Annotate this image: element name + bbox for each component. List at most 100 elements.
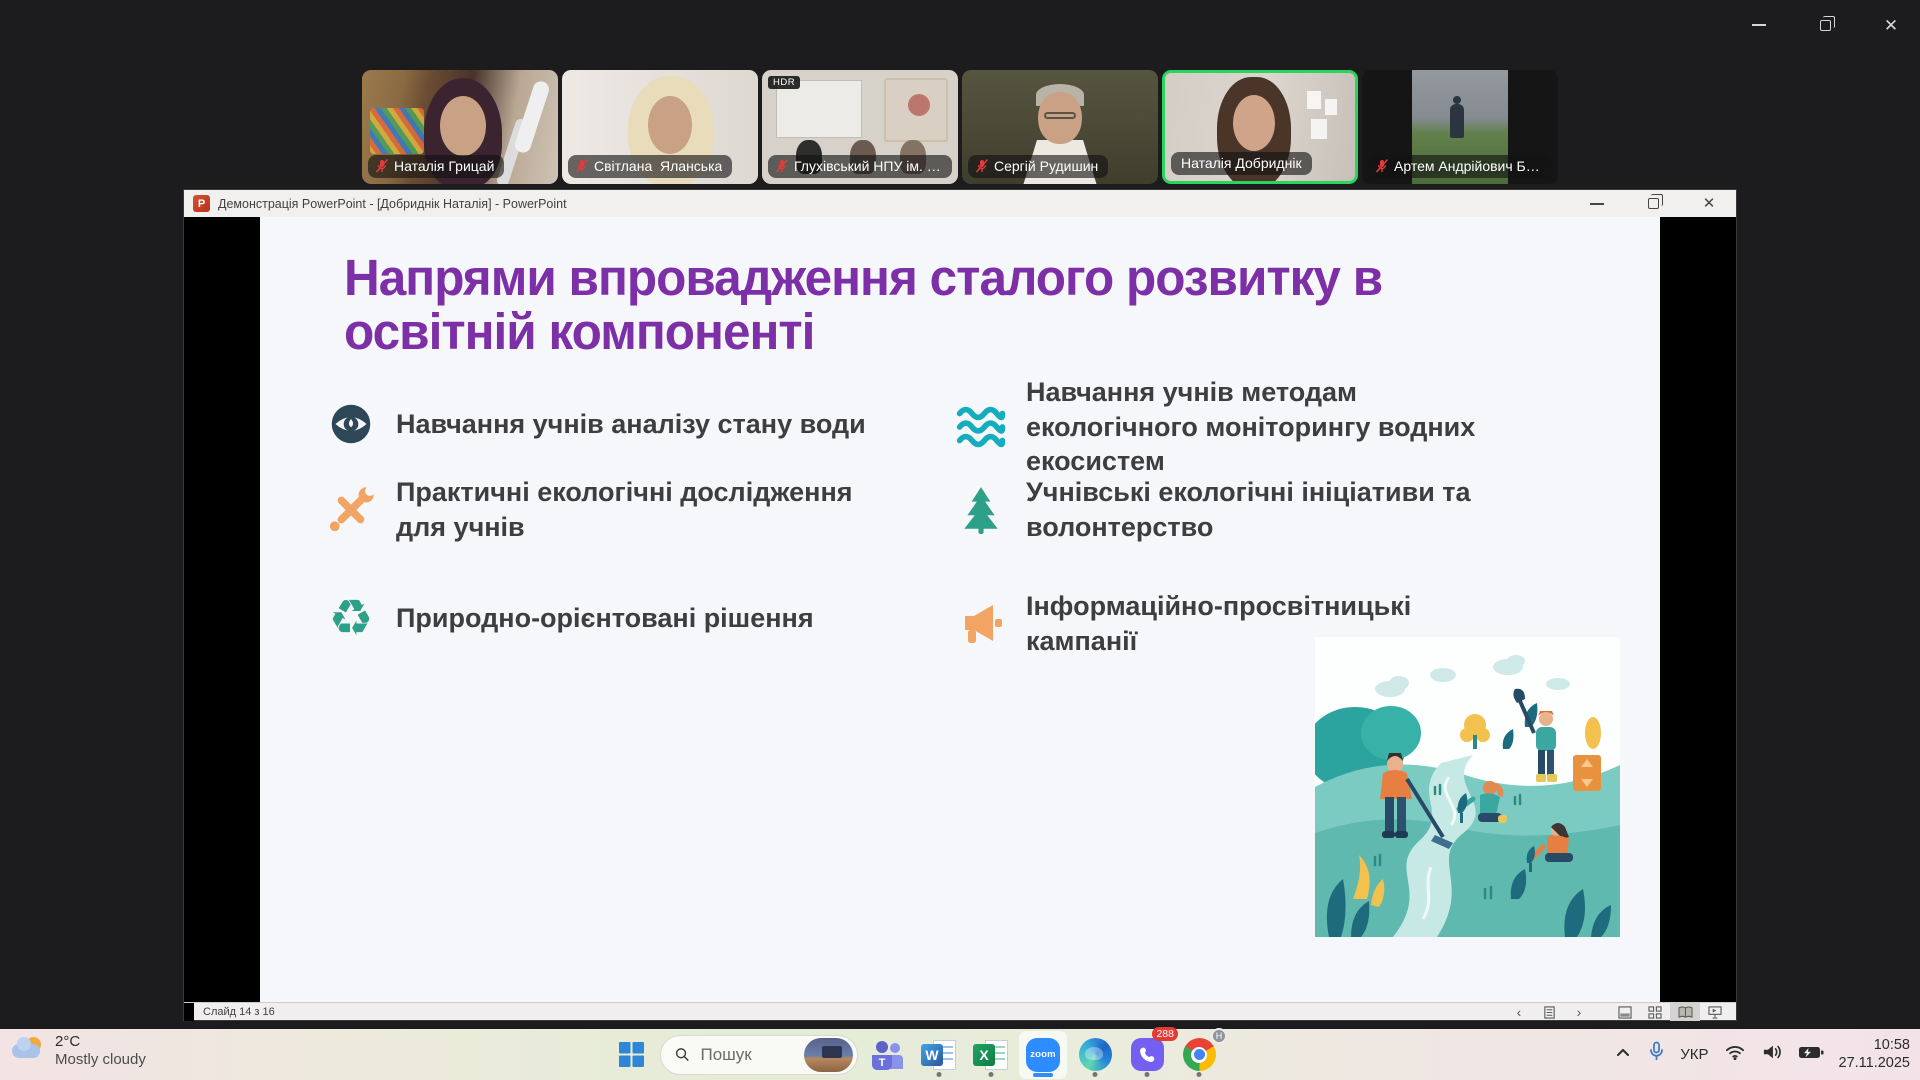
waves-icon xyxy=(952,398,1010,456)
participant-tile[interactable]: Світлана Яланська xyxy=(562,70,758,184)
bullet-item: Учнівські екологічні ініціативи та волон… xyxy=(952,475,1526,544)
slideshow-icon[interactable] xyxy=(1700,1003,1730,1021)
close-icon[interactable]: ✕ xyxy=(1696,193,1722,215)
tree-icon xyxy=(952,481,1010,539)
participant-name: Глухівський НПУ ім. Д... xyxy=(794,158,942,174)
search-input[interactable] xyxy=(699,1044,795,1066)
slide[interactable]: Напрями впровадження сталого розвитку в … xyxy=(260,217,1660,1002)
tray-microphone-icon[interactable] xyxy=(1648,1041,1665,1068)
tools-icon xyxy=(322,481,380,539)
tray-volume-icon[interactable] xyxy=(1761,1043,1783,1066)
video-gallery-strip: Наталія Грицай Світлана Яланська HDR Глу… xyxy=(362,70,1558,184)
viber-unread-badge: 288 xyxy=(1152,1027,1178,1041)
windows-icon xyxy=(618,1041,645,1068)
tray-wifi-icon[interactable] xyxy=(1724,1043,1746,1066)
weather-icon xyxy=(12,1036,46,1066)
powerpoint-titlebar[interactable]: P Демонстрація PowerPoint - [Добриднік Н… xyxy=(184,190,1736,217)
taskbar-app-zoom[interactable]: zoom xyxy=(1020,1032,1066,1078)
bullet-item: ♻ Природно-орієнтовані рішення xyxy=(322,589,896,647)
bullet-item: Навчання учнів аналізу стану води xyxy=(322,395,896,453)
search-icon xyxy=(675,1046,690,1063)
participant-name-pill: Світлана Яланська xyxy=(568,155,732,178)
muted-mic-icon xyxy=(375,159,389,173)
participant-name: Артем Андрійович Бе... xyxy=(1394,158,1542,174)
bullet-item: Практичні екологічні дослідження для учн… xyxy=(322,475,896,544)
participant-tile-active-speaker[interactable]: Наталія Добриднік xyxy=(1162,70,1358,184)
teams-icon: T xyxy=(870,1039,904,1071)
normal-view-icon[interactable] xyxy=(1610,1003,1640,1021)
taskbar-search[interactable] xyxy=(660,1035,858,1075)
restore-icon[interactable] xyxy=(1806,10,1844,40)
slide-sorter-icon[interactable] xyxy=(1640,1003,1670,1021)
running-indicator xyxy=(1145,1072,1150,1077)
slideshow-area: Напрями впровадження сталого розвитку в … xyxy=(184,217,1736,1002)
participant-tile[interactable]: HDR Глухівський НПУ ім. Д... xyxy=(762,70,958,184)
participant-name-pill: Наталія Добриднік xyxy=(1171,152,1312,175)
taskbar-app-chrome[interactable]: H xyxy=(1176,1032,1222,1078)
slide-title: Напрями впровадження сталого розвитку в … xyxy=(344,251,1566,359)
participant-video xyxy=(370,108,424,154)
excel-icon: X xyxy=(973,1038,1009,1072)
bullet-item: Навчання учнів методам екологічного моні… xyxy=(952,375,1526,479)
powerpoint-statusbar: Слайд 14 з 16 ‹ › xyxy=(184,1002,1736,1020)
participant-tile[interactable]: Наталія Грицай xyxy=(362,70,558,184)
weather-condition: Mostly cloudy xyxy=(55,1051,146,1069)
participant-tile[interactable]: Артем Андрійович Бе... xyxy=(1362,70,1558,184)
weather-temperature: 2°C xyxy=(55,1033,146,1051)
zoom-icon: zoom xyxy=(1026,1038,1060,1072)
minimize-icon[interactable] xyxy=(1740,10,1778,40)
tray-chevron-up-icon[interactable] xyxy=(1613,1043,1633,1066)
tray-date: 27.11.2025 xyxy=(1839,1055,1911,1072)
illustration-people-planting xyxy=(1315,637,1620,937)
next-slide-icon[interactable]: › xyxy=(1564,1003,1594,1021)
participant-name: Наталія Грицай xyxy=(394,158,494,174)
active-app-indicator xyxy=(1033,1073,1053,1077)
running-indicator xyxy=(989,1072,994,1077)
slide-counter: Слайд 14 з 16 xyxy=(203,1006,275,1018)
taskbar-app-viber[interactable]: 288 xyxy=(1124,1032,1170,1078)
restore-icon[interactable] xyxy=(1640,193,1666,215)
participant-name: Світлана Яланська xyxy=(594,158,722,174)
taskbar: 2°C Mostly cloudy T W xyxy=(0,1029,1920,1080)
eye-water-icon xyxy=(322,395,380,453)
search-daily-image[interactable] xyxy=(804,1038,854,1072)
tray-language[interactable]: УКР xyxy=(1680,1046,1708,1063)
bullet-text: Практичні екологічні дослідження для учн… xyxy=(396,475,896,544)
participant-name: Сергій Рудишин xyxy=(994,158,1098,174)
start-button[interactable] xyxy=(608,1032,654,1078)
muted-mic-icon xyxy=(575,159,589,173)
powerpoint-icon: P xyxy=(193,195,210,212)
bullet-text: Навчання учнів аналізу стану води xyxy=(396,407,896,442)
participant-name-pill: Сергій Рудишин xyxy=(968,155,1108,178)
powerpoint-window: P Демонстрація PowerPoint - [Добриднік Н… xyxy=(184,190,1736,1020)
bullet-text: Навчання учнів методам екологічного моні… xyxy=(1026,375,1526,479)
edge-icon xyxy=(1079,1038,1112,1071)
muted-mic-icon xyxy=(1375,159,1389,173)
weather-widget[interactable]: 2°C Mostly cloudy xyxy=(12,1033,146,1068)
previous-slide-icon[interactable]: ‹ xyxy=(1504,1003,1534,1021)
participant-name-pill: Наталія Грицай xyxy=(368,155,504,178)
megaphone-icon xyxy=(952,595,1010,653)
taskbar-app-teams[interactable]: T xyxy=(864,1032,910,1078)
close-icon[interactable]: ✕ xyxy=(1872,10,1910,40)
running-indicator xyxy=(1197,1072,1202,1077)
screen-window-controls: ✕ xyxy=(1740,10,1910,40)
recycle-icon: ♻ xyxy=(322,589,380,647)
taskbar-app-excel[interactable]: X xyxy=(968,1032,1014,1078)
participant-name-pill: Артем Андрійович Бе... xyxy=(1368,155,1552,178)
participant-tile[interactable]: Сергій Рудишин xyxy=(962,70,1158,184)
desktop: ✕ Наталія Грицай Світлана Яланська HDR xyxy=(0,0,1920,1080)
minimize-icon[interactable] xyxy=(1584,193,1610,215)
reading-view-icon[interactable] xyxy=(1670,1003,1700,1021)
taskbar-app-word[interactable]: W xyxy=(916,1032,962,1078)
muted-mic-icon xyxy=(775,159,789,173)
window-title: Демонстрація PowerPoint - [Добриднік Нат… xyxy=(218,197,567,211)
tray-clock[interactable]: 10:58 27.11.2025 xyxy=(1839,1037,1911,1072)
slide-menu-icon[interactable] xyxy=(1534,1003,1564,1021)
running-indicator xyxy=(1093,1072,1098,1077)
muted-mic-icon xyxy=(975,159,989,173)
running-indicator xyxy=(937,1072,942,1077)
participant-name-pill: Глухівський НПУ ім. Д... xyxy=(768,155,952,178)
taskbar-app-edge[interactable] xyxy=(1072,1032,1118,1078)
tray-battery-icon[interactable] xyxy=(1798,1045,1824,1065)
